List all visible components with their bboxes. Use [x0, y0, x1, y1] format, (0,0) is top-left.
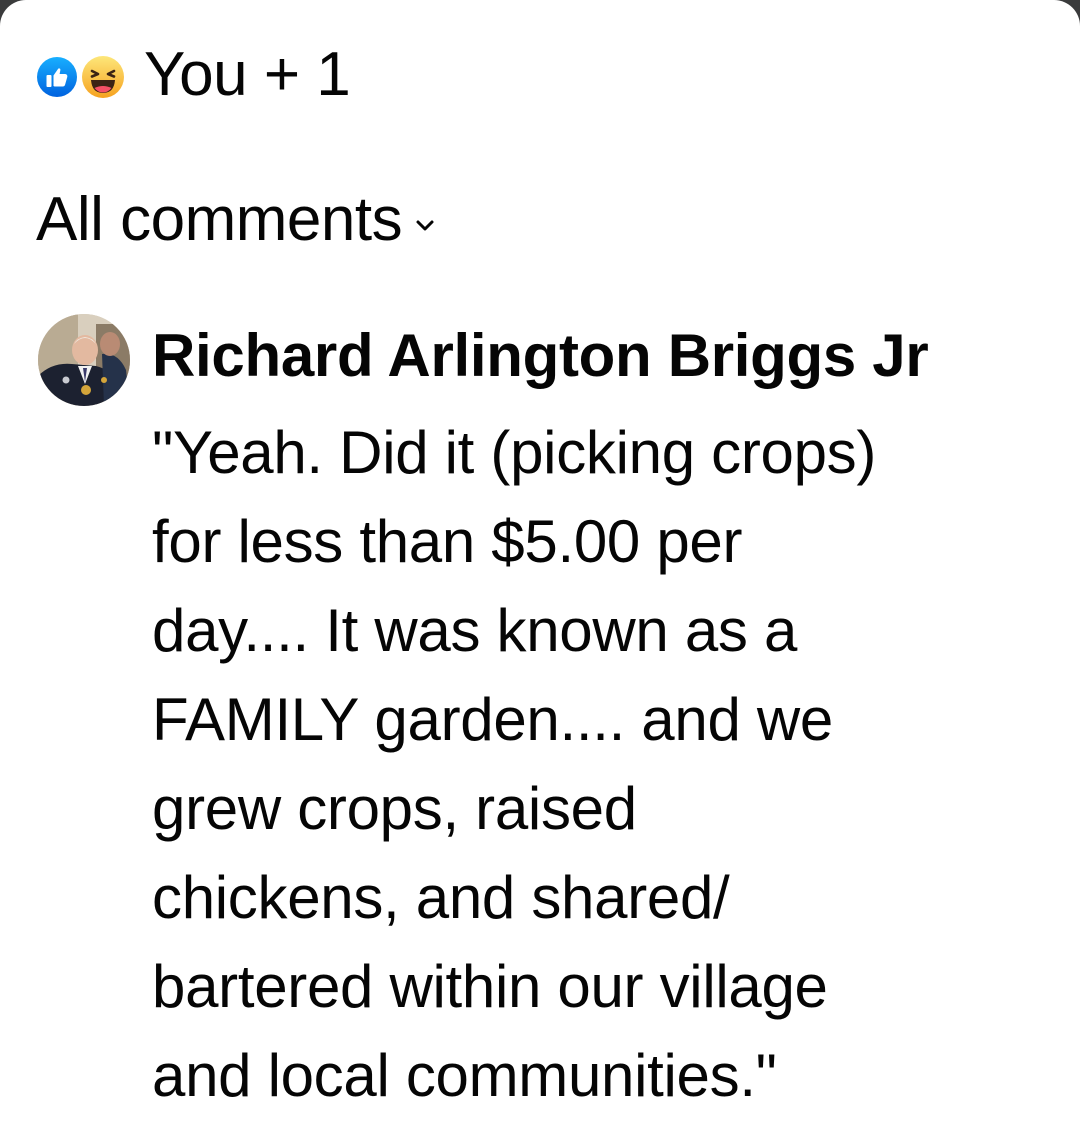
avatar[interactable] [38, 314, 130, 406]
like-icon [34, 54, 80, 100]
haha-icon [78, 52, 128, 102]
comment-bubble: Richard Arlington Briggs Jr "Yeah. Did i… [152, 324, 1052, 1120]
reaction-icons [34, 50, 132, 102]
comment-text-line: day.... It was known as a [152, 597, 798, 664]
comment-text-line: chickens, and shared/ [152, 864, 730, 931]
comment-text-line: grew crops, raised [152, 775, 637, 842]
comment-author[interactable]: Richard Arlington Briggs Jr [152, 324, 1052, 388]
reactions-summary[interactable]: You + 1 [34, 40, 351, 110]
comments-panel: You + 1 All comments Richard Arlington B… [0, 0, 1080, 1124]
comment-text-line: FAMILY garden.... and we [152, 686, 833, 753]
comment-text-line: and local communities." [152, 1042, 777, 1109]
reaction-count: You + 1 [144, 40, 351, 109]
comment-filter-label: All comments [36, 185, 403, 254]
comment-text: "Yeah. Did it (picking crops) for less t… [152, 408, 1012, 1120]
comment-text-line: bartered within our village [152, 953, 828, 1020]
comment-filter-dropdown[interactable]: All comments [36, 182, 436, 258]
comment-text-line: for less than $5.00 per [152, 508, 743, 575]
chevron-down-icon [414, 214, 436, 236]
comment-text-line: "Yeah. Did it (picking crops) [152, 419, 877, 486]
